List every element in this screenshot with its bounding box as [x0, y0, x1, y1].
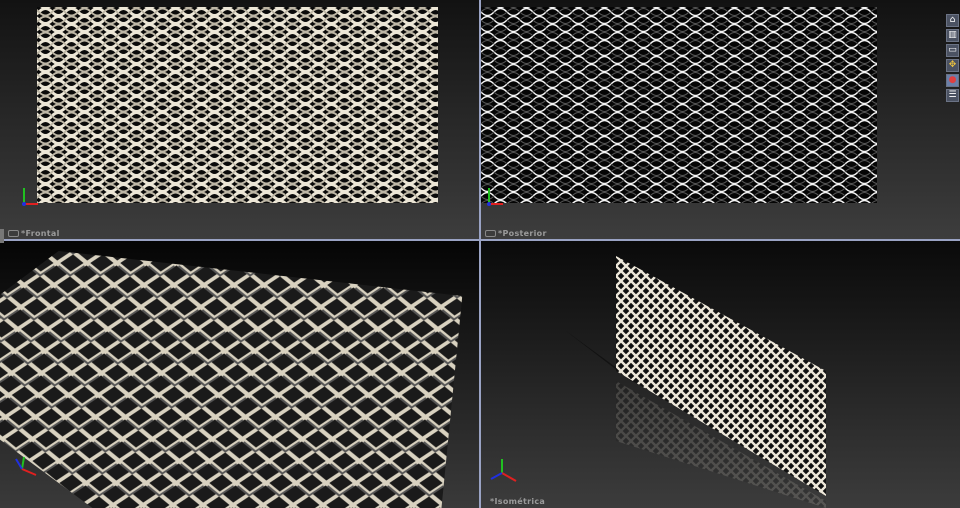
3d-part-icon[interactable]: ▥ [946, 29, 959, 42]
viewport-label-front: *Frontal [8, 229, 60, 238]
view-palette-icon[interactable]: ✥ [946, 59, 959, 72]
viewport-trimetric[interactable] [0, 241, 479, 508]
viewport-label-isometric: *Isométrica [490, 497, 546, 506]
axis-triad-icon [15, 456, 37, 476]
folder-icon[interactable]: ▭ [946, 44, 959, 57]
front-mesh-model [37, 7, 438, 203]
panel-collapse-handle[interactable] [0, 229, 4, 243]
appearance-icon[interactable]: ● [946, 74, 959, 87]
view-icon [8, 230, 19, 237]
viewport-back[interactable]: *Posterior [481, 0, 960, 239]
axis-triad-icon [22, 188, 38, 206]
axis-triad-icon [487, 188, 503, 206]
viewport-label-back: *Posterior [485, 229, 547, 238]
viewport-isometric[interactable]: *Isométrica [481, 241, 960, 508]
isometric-mesh-model [566, 256, 826, 508]
task-pane-tabs: ⌂ ▥ ▭ ✥ ● ☰ [946, 14, 959, 102]
axis-triad-icon [490, 459, 517, 482]
back-mesh-model [481, 7, 877, 203]
viewport-front[interactable]: *Frontal [0, 0, 479, 239]
view-icon [485, 230, 496, 237]
trimetric-mesh-model [0, 251, 463, 508]
custom-properties-icon[interactable]: ☰ [946, 89, 959, 102]
viewport-splitter-vertical[interactable] [479, 0, 481, 508]
home-icon[interactable]: ⌂ [946, 14, 959, 27]
